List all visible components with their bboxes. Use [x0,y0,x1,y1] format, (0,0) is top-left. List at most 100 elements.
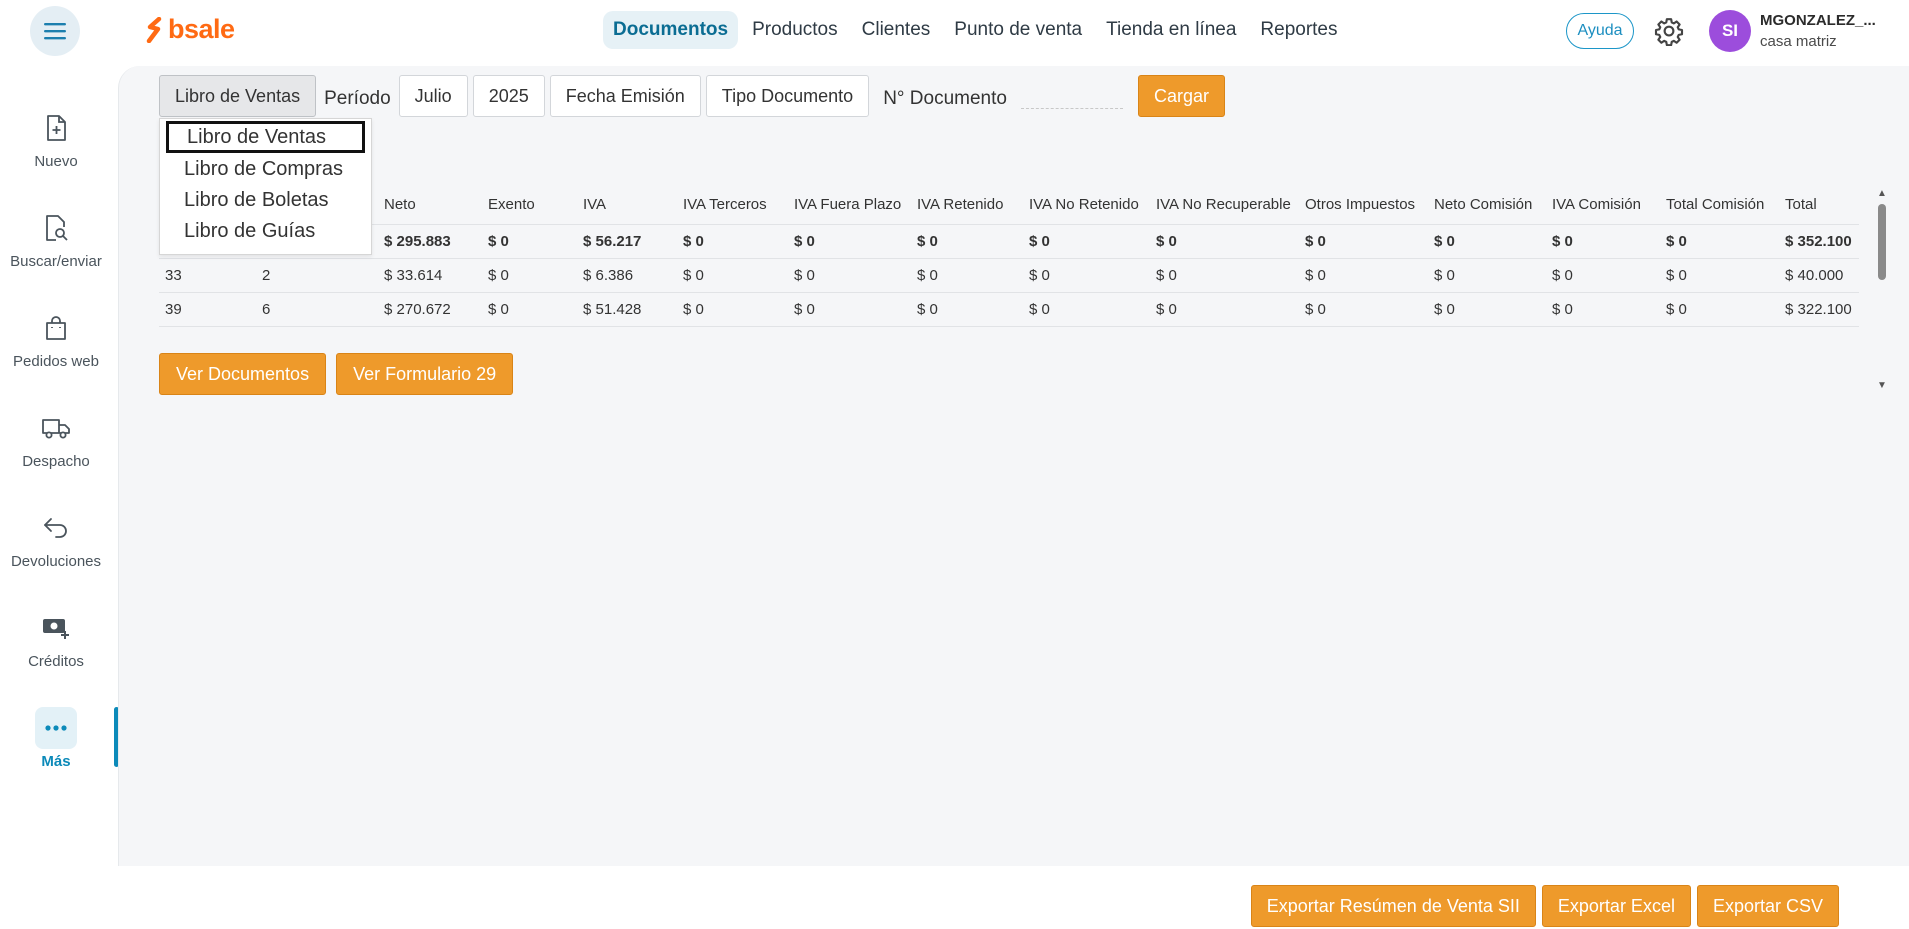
nav-documentos[interactable]: Documentos [603,11,739,49]
table-cell: $ 295.883 [378,223,482,258]
hamburger-menu-button[interactable] [30,6,80,56]
nav-punto-de-venta[interactable]: Punto de venta [944,11,1092,49]
year-select[interactable]: 2025 [472,75,545,117]
column-header: Otros Impuestos [1305,196,1416,214]
table-cell: 6 [256,291,378,327]
column-header: Exento [488,196,535,214]
sidebar-label: Devoluciones [10,553,102,570]
sidebar-item-pedidos-web[interactable]: Pedidos web [0,307,112,389]
sidebar-item-buscar-enviar[interactable]: Buscar/enviar [0,207,112,289]
table-cell: $ 0 [1023,257,1150,292]
table-cell: $ 0 [1299,257,1428,292]
help-button[interactable]: Ayuda [1566,13,1634,49]
table-cell: 39 [159,291,256,327]
table-cell: $ 0 [677,223,788,258]
side-icon-wrap [35,207,77,249]
sidebar-item-creditos[interactable]: Créditos [0,607,112,689]
table-cell: $ 0 [1428,291,1546,327]
table-cell: $ 0 [677,291,788,327]
column-header: Neto Comisión [1434,196,1533,214]
table-cell: $ 322.100 [1779,291,1859,327]
sidebar-label: Más [41,753,71,770]
table-cell: $ 0 [1660,223,1779,258]
column-header: Neto [384,196,416,214]
month-select[interactable]: Julio [398,75,468,117]
user-avatar[interactable]: SI [1709,10,1751,52]
doc-type-select[interactable]: Tipo Documento [705,75,870,117]
table-row[interactable]: 33 2 $ 33.614 $ 0 $ 6.386 $ 0 $ 0 $ 0 $ … [159,257,1859,292]
table-cell: $ 0 [677,257,788,292]
dropdown-option-libro-guias[interactable]: Libro de Guías [166,215,365,247]
side-icon-wrap [35,707,77,749]
main-nav: Documentos Productos Clientes Punto de v… [603,11,1348,49]
export-csv-button[interactable]: Exportar CSV [1696,885,1839,927]
sidebar-label: Buscar/enviar [10,253,102,270]
table-cell: $ 0 [788,257,911,292]
sidebar-label: Créditos [28,653,84,670]
gear-icon[interactable] [1654,16,1684,46]
table-cell: $ 0 [1546,257,1660,292]
column-header: IVA Retenido [917,196,1004,214]
brand-name: bsale [168,14,235,44]
table-cell: $ 352.100 [1779,223,1859,258]
load-button[interactable]: Cargar [1137,75,1225,117]
nav-clientes[interactable]: Clientes [852,11,941,49]
table-cell: $ 0 [1660,291,1779,327]
sidebar-item-devoluciones[interactable]: Devoluciones [0,507,112,589]
table-cell: $ 0 [911,291,1023,327]
table-row[interactable]: 39 6 $ 270.672 $ 0 $ 51.428 $ 0 $ 0 $ 0 … [159,291,1859,327]
filters-bar: Libro de Ventas Período Julio 2025 Fecha… [159,74,1225,118]
table-cell: $ 56.217 [577,223,677,258]
date-type-select[interactable]: Fecha Emisión [549,75,701,117]
main-content: Libro de Ventas Período Julio 2025 Fecha… [118,66,1909,866]
side-icon-wrap [35,107,77,149]
table-cell: $ 0 [788,291,911,327]
table-scrollbar[interactable]: ▲ ▼ [1877,189,1887,391]
export-excel-button[interactable]: Exportar Excel [1541,885,1691,927]
table-cell: $ 0 [1150,223,1299,258]
dropdown-option-libro-boletas[interactable]: Libro de Boletas [166,184,365,216]
table-cell: $ 0 [911,257,1023,292]
doc-number-input[interactable] [1020,83,1123,109]
column-header: Total Comisión [1666,196,1765,214]
scrollbar-thumb[interactable] [1878,204,1886,280]
export-sii-button[interactable]: Exportar Resúmen de Venta SII [1250,885,1536,927]
user-name[interactable]: MGONZALEZ_... [1760,12,1876,29]
table-cell: $ 40.000 [1779,257,1859,292]
scroll-up-arrow-icon[interactable]: ▲ [1877,189,1887,199]
dropdown-option-libro-ventas[interactable]: Libro de Ventas [166,121,365,153]
sidebar-item-nuevo[interactable]: Nuevo [0,107,112,189]
table-cell: $ 0 [1023,291,1150,327]
footer-bar: Exportar Resúmen de Venta SII Exportar E… [120,866,1909,929]
table-cell: $ 0 [482,223,577,258]
bsale-logo[interactable]: bsale [146,14,235,45]
book-type-select[interactable]: Libro de Ventas [159,75,317,117]
column-header: IVA Fuera Plazo [794,196,902,214]
scroll-down-arrow-icon[interactable]: ▼ [1877,381,1887,391]
return-arrow-icon [44,518,67,538]
table-cell: $ 33.614 [378,257,482,292]
view-form29-button[interactable]: Ver Formulario 29 [336,353,514,395]
export-actions: Exportar Resúmen de Venta SII Exportar E… [1250,885,1839,927]
table-cell: $ 0 [1299,291,1428,327]
column-header: Total [1785,196,1817,214]
view-documents-button[interactable]: Ver Documentos [159,353,327,395]
table-header-row: Neto Exento IVA IVA Terceros IVA Fuera P… [159,186,1859,224]
column-header: IVA Comisión [1552,196,1641,214]
side-icon-wrap [35,507,77,549]
more-dots-icon [45,725,67,731]
table-cell: $ 0 [1023,223,1150,258]
nav-tienda-en-linea[interactable]: Tienda en línea [1096,11,1246,49]
nav-productos[interactable]: Productos [742,11,848,49]
nav-reportes[interactable]: Reportes [1250,11,1347,49]
table-cell: $ 0 [1299,223,1428,258]
file-plus-icon [47,115,66,141]
table-cell: $ 0 [1428,257,1546,292]
table-cell: $ 270.672 [378,291,482,327]
sidebar-item-despacho[interactable]: Despacho [0,407,112,489]
sidebar-item-mas[interactable]: Más [0,707,112,789]
table-cell: $ 0 [1428,223,1546,258]
table-cell: $ 0 [1546,223,1660,258]
dropdown-option-libro-compras[interactable]: Libro de Compras [166,153,365,185]
table-cell: $ 0 [482,291,577,327]
